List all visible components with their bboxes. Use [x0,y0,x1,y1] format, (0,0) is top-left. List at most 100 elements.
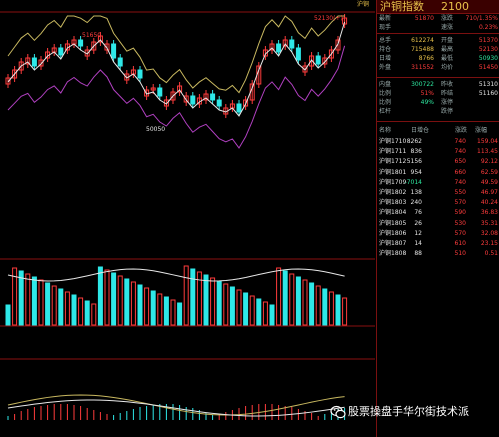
quote-row: 比例 49% 涨停 [377,98,499,107]
candle-body [210,93,216,101]
contract-pct: 92.12 [480,158,498,166]
contract-row[interactable]: 沪铜1710 8262 740 159.04 [377,137,499,147]
candle-body [295,47,301,61]
contract-oi-change: 76 [414,209,422,217]
volume-bar [183,265,189,326]
contract-row[interactable]: 沪铜1806 12 570 32.08 [377,229,499,239]
volume-bar [45,282,51,326]
candle-body [190,95,196,105]
volume-bar [170,299,176,326]
quote-value: 51% [420,90,434,97]
quote-label: 内盘 [379,81,392,88]
contract-pct: 36.83 [480,209,498,217]
candle-body [58,47,64,56]
contract-row[interactable]: 沪铜1712 5156 650 92.12 [377,157,499,167]
contract-oi-change: 138 [410,189,422,196]
quote-label: 涨停 [441,99,454,106]
quote-panel: 沪铜指数 2100 最新 51870 涨跌 710/1.35% 现手 速涨 0.23% 总手 6… [376,0,499,437]
volume-bar [97,266,103,326]
volume-bar [78,297,84,326]
contract-pct: 32.08 [480,229,498,237]
contract-row[interactable]: 沪铜1808 88 510 0.51 [377,249,499,259]
volume-bar [177,302,183,326]
quote-value: 51160 [478,90,498,97]
contract-pct: 0.51 [484,250,498,258]
contract-name: 沪铜1807 [379,240,407,247]
quote-label: 最低 [441,55,454,62]
divider [377,121,499,122]
price-top-right-label: 52130(+) [314,15,343,22]
volume-bar [249,295,255,326]
quote-label: 比例 [379,90,392,97]
contract-name: 沪铜1806 [379,229,407,237]
col-change: 涨跌 [455,127,468,134]
macd-dea-line [7,399,345,417]
volume-bar [236,289,242,326]
contract-row[interactable]: 沪铜1711 836 740 113.45 [377,147,499,157]
volume-bar [203,274,209,326]
contract-pct: 159.04 [477,138,498,145]
kline-chart-area[interactable]: 51650 50050 52130(+) 沪铜 [0,0,375,437]
contract-row[interactable]: 沪铜1802 138 550 46.97 [377,188,499,198]
chart-canvas[interactable] [0,0,375,437]
quote-row: 最新 51870 涨跌 710/1.35% [377,14,499,23]
quote-label: 最新 [379,15,392,22]
volume-bar [210,277,216,326]
price-low-label: 50050 [146,126,166,133]
corner-label: 沪铜 [357,1,370,8]
divider [377,77,499,78]
contract-row[interactable]: 沪铜1709 -7014 740 49.59 [377,178,499,188]
volume-bar [163,296,169,326]
volume-bar [117,275,123,326]
wechat-logo-icon [330,405,346,419]
contract-change: 590 [454,209,466,217]
contract-change: 570 [454,229,466,237]
quote-label: 日增 [379,55,392,62]
contract-row[interactable]: 沪铜1807 14 610 23.15 [377,239,499,249]
contract-row[interactable]: 沪铜1803 240 570 40.24 [377,198,499,208]
quote-label: 速涨 [441,24,454,31]
instrument-code: 2100 [441,0,469,13]
quote-value: 311552 [411,64,434,71]
watermark-text: 股票操盘手华尔街技术派 [348,405,469,418]
volume-bar [144,287,150,326]
contract-name: 沪铜1711 [379,148,407,156]
quote-value: 51450 [478,64,498,71]
contract-name: 沪铜1710 [379,138,407,145]
volume-bar [31,276,37,326]
volume-bar [302,279,308,326]
volume-bar [5,304,11,326]
contract-name: 沪铜1712 [379,158,407,166]
col-pct: 涨幅 [475,127,488,134]
contract-change: 550 [454,189,466,196]
contract-change: 740 [454,138,466,145]
quote-row: 杠杆 跌停 [377,107,499,116]
contract-pct: 113.45 [477,148,498,156]
contract-name: 沪铜1805 [379,219,407,227]
volume-bar [295,276,301,326]
contract-name: 沪铜1802 [379,189,407,196]
contract-row[interactable]: 沪铜1801 954 660 62.59 [377,168,499,178]
instrument-name: 沪铜指数 [380,0,424,13]
volume-bar [64,291,70,326]
volume-bar [289,273,295,326]
col-oi-change: 日增仓 [411,127,430,134]
contract-name: 沪铜1808 [379,250,407,258]
volume-bar [322,288,328,326]
quote-label: 外盘 [379,64,392,71]
quote-value: 51870 [414,15,434,22]
quote-row: 现手 速涨 0.23% [377,23,499,32]
quote-value: 710/1.35% [465,15,498,22]
contract-row[interactable]: 沪铜1805 26 530 35.31 [377,219,499,229]
volume-bar [315,285,321,326]
volume-bar [328,291,334,326]
contract-name: 沪铜1804 [379,209,407,217]
quote-value: 300722 [411,81,434,88]
candle-body [31,57,37,67]
price-high-label: 51650 [82,32,102,39]
contract-oi-change: 240 [410,199,422,207]
lower-band-line [7,45,346,149]
candle-body [117,57,123,67]
quote-row: 持仓 715488 最高 52130 [377,45,499,54]
contract-row[interactable]: 沪铜1804 76 590 36.83 [377,208,499,218]
